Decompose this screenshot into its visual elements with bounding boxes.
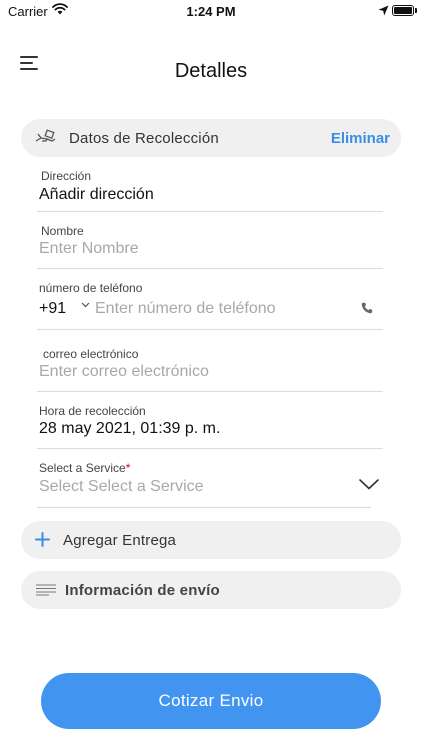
status-time: 1:24 PM	[186, 4, 236, 19]
pickup-section-header: Datos de Recolección Eliminar	[21, 119, 401, 157]
phone-icon	[361, 302, 373, 314]
phone-field[interactable]: número de teléfono +91 Enter número de t…	[37, 278, 383, 330]
shipping-info-label: Información de envío	[65, 582, 220, 599]
remove-pickup-button[interactable]: Eliminar	[331, 130, 390, 147]
phone-label: número de teléfono	[39, 281, 143, 295]
battery-level	[394, 7, 412, 14]
chevron-down-icon[interactable]	[81, 302, 90, 308]
address-value[interactable]: Añadir dirección	[39, 186, 154, 204]
pickup-section-label: Datos de Recolección	[69, 130, 219, 147]
address-label: Dirección	[41, 169, 92, 183]
pickup-time-label: Hora de recolección	[39, 404, 146, 418]
add-delivery-label: Agregar Entrega	[63, 532, 177, 549]
email-input[interactable]: Enter correo electrónico	[39, 363, 209, 381]
battery-icon	[392, 5, 414, 16]
location-arrow-icon	[378, 5, 389, 16]
name-label: Nombre	[41, 224, 84, 238]
shipping-info-button[interactable]: Información de envío	[21, 571, 401, 609]
address-field[interactable]: Dirección Añadir dirección	[37, 166, 383, 212]
chevron-down-icon[interactable]	[359, 479, 379, 490]
service-label: Select a Service*	[39, 461, 131, 475]
page-title: Detalles	[174, 60, 248, 82]
status-bar: Carrier 1:24 PM	[0, 0, 422, 24]
phone-input[interactable]: Enter número de teléfono	[95, 300, 276, 318]
service-select[interactable]: Select a Service* Select Select a Servic…	[37, 459, 379, 508]
hand-package-icon	[35, 129, 56, 142]
service-placeholder[interactable]: Select Select a Service	[39, 478, 204, 496]
lines-icon	[36, 584, 56, 596]
plus-icon	[35, 532, 50, 547]
email-field[interactable]: correo electrónico Enter correo electrón…	[37, 344, 383, 392]
name-field[interactable]: Nombre Enter Nombre	[37, 220, 383, 269]
country-code-selector[interactable]: +91	[39, 300, 66, 318]
required-mark: *	[125, 461, 131, 475]
add-delivery-button[interactable]: Agregar Entrega	[21, 521, 401, 559]
email-label: correo electrónico	[43, 347, 139, 361]
quote-shipment-button[interactable]: Cotizar Envio	[41, 673, 381, 729]
pickup-time-value[interactable]: 28 may 2021, 01:39 p. m.	[39, 420, 220, 438]
pickup-time-field[interactable]: Hora de recolección 28 may 2021, 01:39 p…	[37, 401, 383, 449]
battery-cap	[415, 8, 417, 13]
name-input[interactable]: Enter Nombre	[39, 240, 139, 258]
